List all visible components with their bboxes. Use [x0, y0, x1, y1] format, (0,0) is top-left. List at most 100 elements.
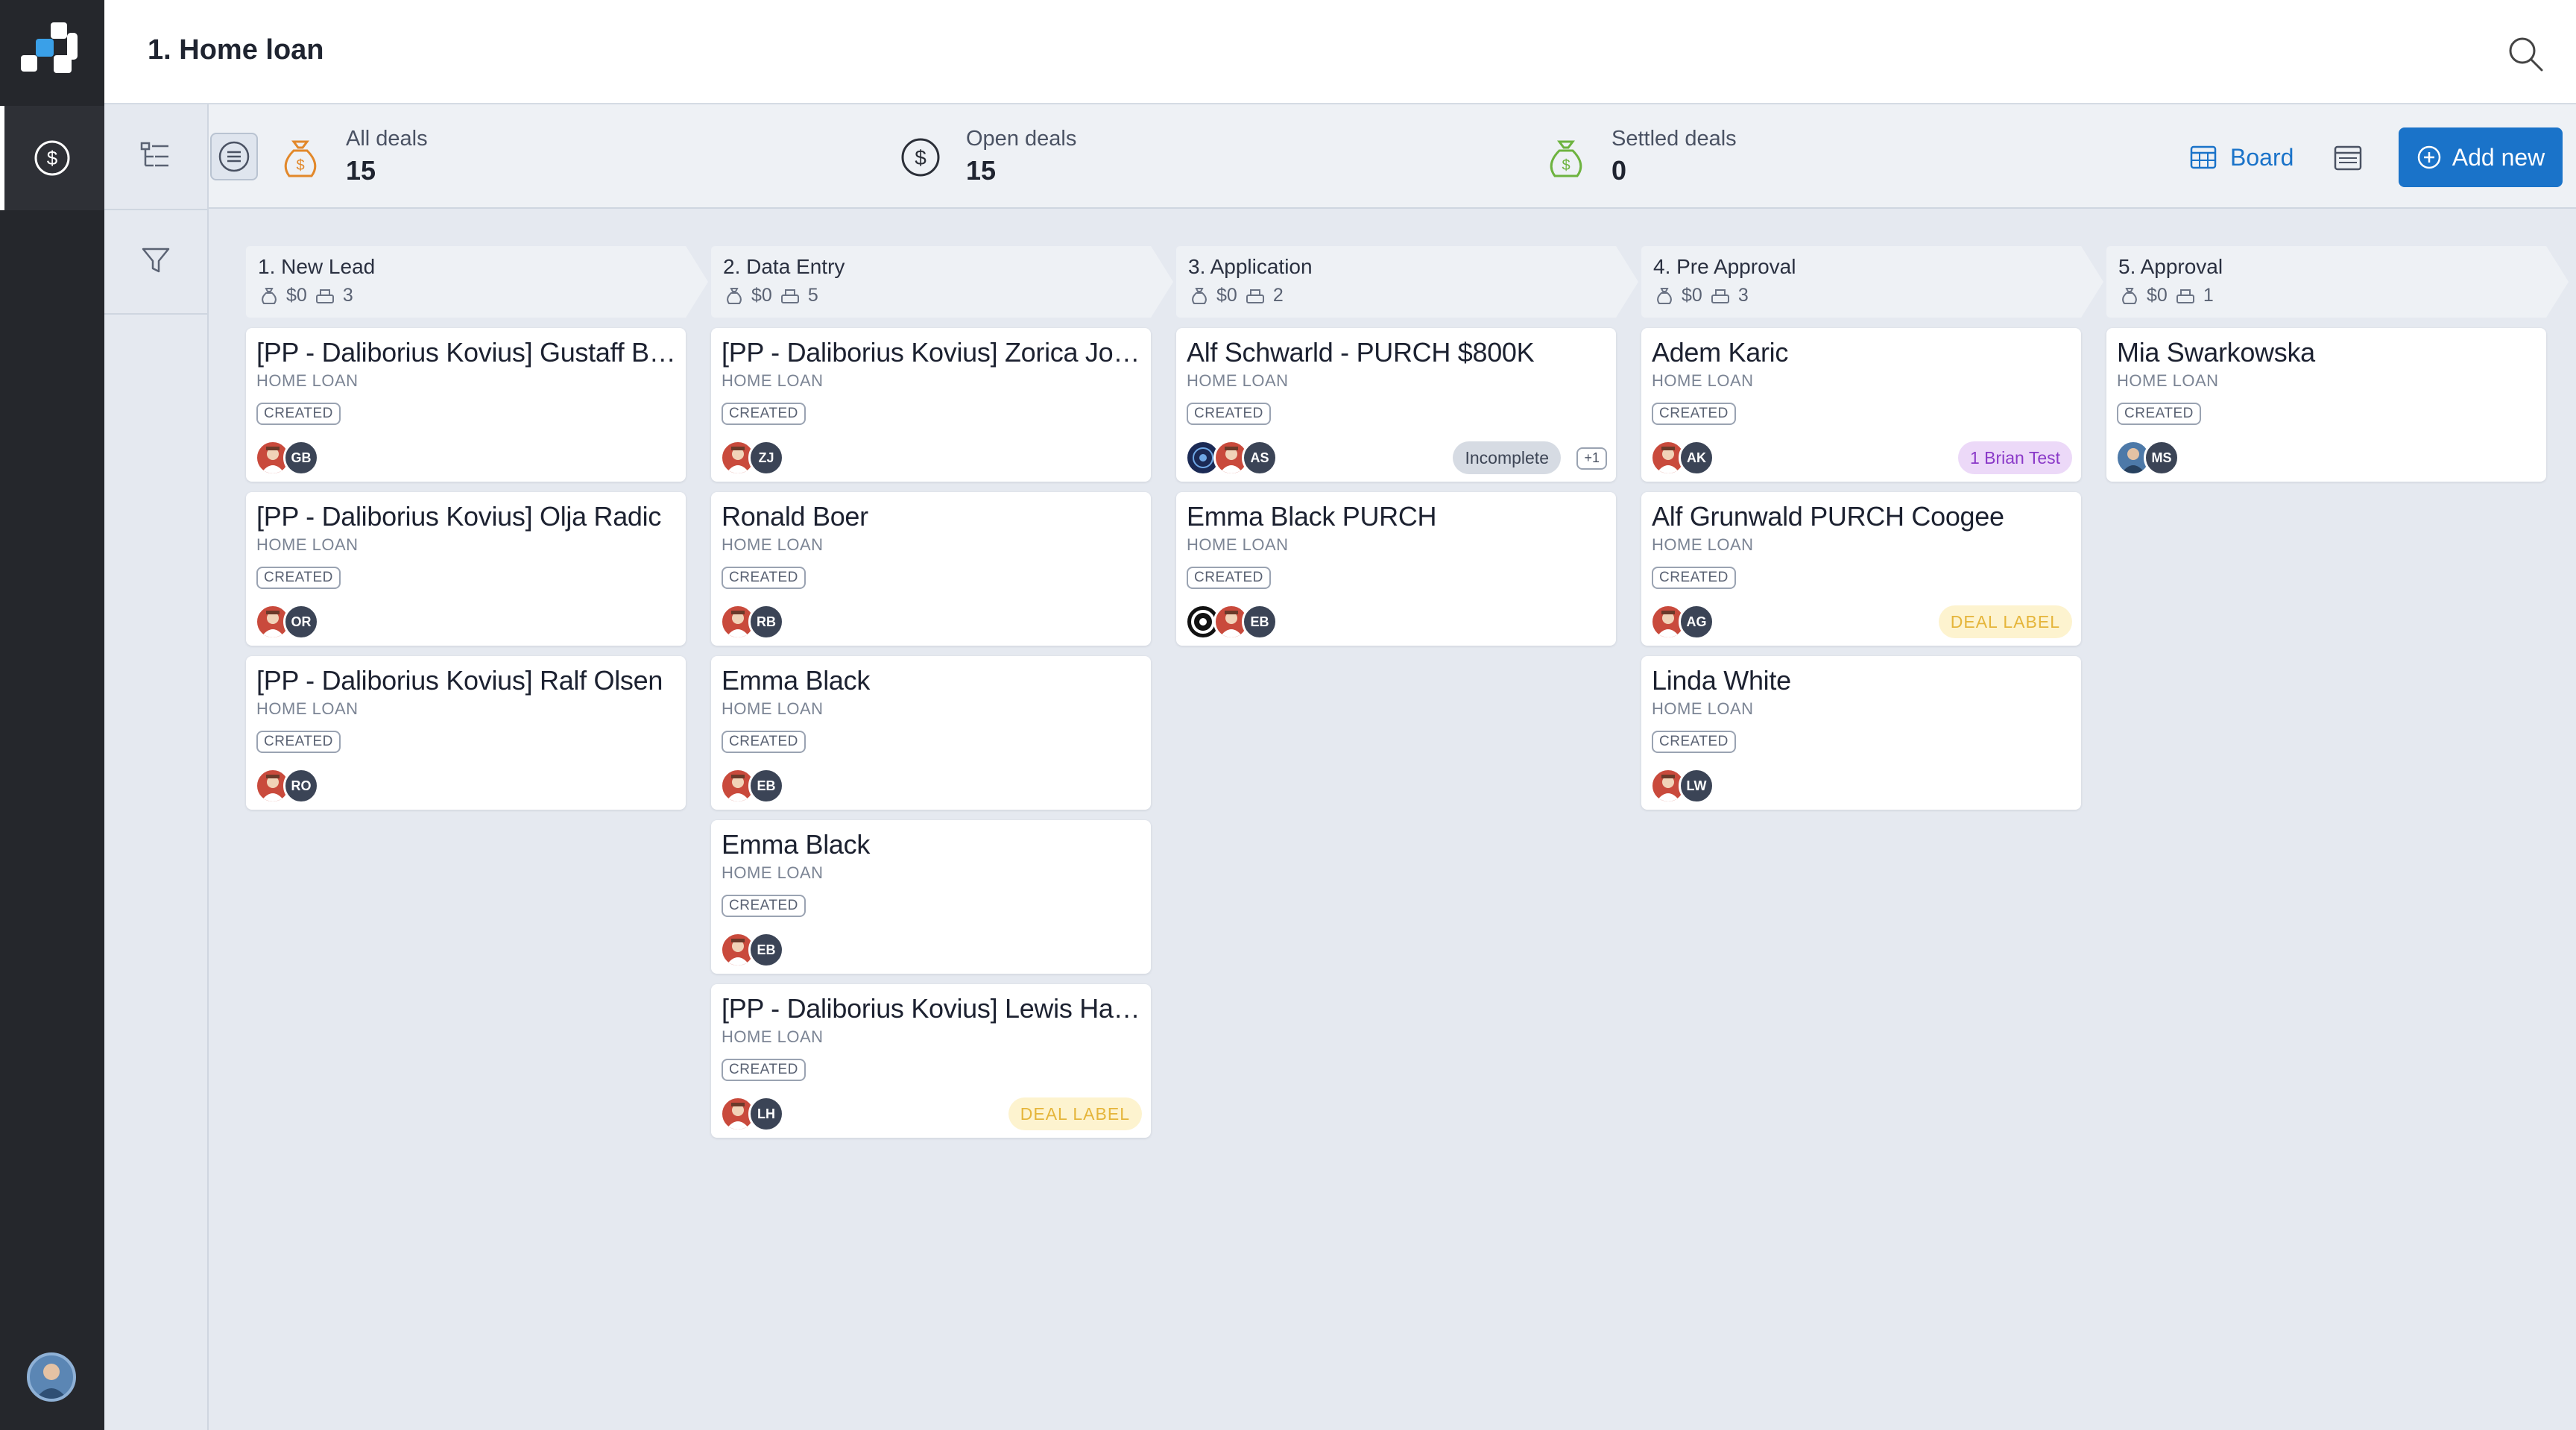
- status-badge: CREATED: [1652, 403, 1736, 425]
- deal-card[interactable]: [PP - Daliborius Kovius] Olja Radic HOME …: [246, 492, 686, 646]
- column-meta: $0 3: [1655, 285, 1749, 306]
- column-header[interactable]: 4. Pre Approval $0 3: [1641, 246, 2103, 318]
- top-bar: 1. Home loan: [104, 0, 2576, 104]
- deal-card[interactable]: Emma Black HOME LOAN CREATED EB: [711, 820, 1151, 974]
- status-badge: CREATED: [256, 731, 341, 753]
- assignee-avatars[interactable]: AS: [1185, 440, 1278, 476]
- more-labels-badge[interactable]: +1: [1576, 447, 1607, 470]
- stat-value: 0: [1611, 155, 1627, 186]
- deal-card[interactable]: [PP - Daliborius Kovius] Ralf Olsen HOME …: [246, 656, 686, 810]
- deal-card[interactable]: Emma Black PURCH HOME LOAN CREATED EB: [1176, 492, 1616, 646]
- kanban-board: 1. New Lead $0 3 [PP - Daliborius Kovius] G…: [246, 246, 2576, 1430]
- deal-type: HOME LOAN: [256, 699, 359, 718]
- page-title: 1. Home loan: [148, 34, 324, 66]
- deal-title: [PP - Daliborius Kovius] Gustaff Blo...: [256, 337, 678, 368]
- money-bag-icon: $: [284, 140, 317, 177]
- menu-toggle-button[interactable]: [210, 133, 258, 180]
- assignee-avatars[interactable]: EB: [720, 932, 784, 968]
- filter-icon[interactable]: [139, 243, 173, 277]
- deal-card[interactable]: Emma Black HOME LOAN CREATED EB: [711, 656, 1151, 810]
- status-badge: CREATED: [256, 567, 341, 589]
- assignee-avatars[interactable]: OR: [255, 604, 319, 640]
- deal-title: [PP - Daliborius Kovius] Olja Radic: [256, 501, 662, 532]
- deal-title: Emma Black: [722, 829, 871, 860]
- deal-title: Emma Black PURCH: [1187, 501, 1437, 532]
- add-new-button[interactable]: Add new: [2399, 127, 2563, 187]
- nav-item-deals[interactable]: $: [0, 106, 104, 210]
- user-avatar[interactable]: [27, 1352, 76, 1402]
- deal-title: Alf Schwarld - PURCH $800K: [1187, 337, 1535, 368]
- deal-card[interactable]: Ronald Boer HOME LOAN CREATED RB: [711, 492, 1151, 646]
- status-badge: CREATED: [722, 731, 806, 753]
- deal-label-tag[interactable]: Incomplete: [1453, 441, 1561, 474]
- status-badge: CREATED: [2117, 403, 2201, 425]
- deals-stack-icon: [1711, 289, 1729, 303]
- deal-type: HOME LOAN: [722, 699, 824, 718]
- deal-card[interactable]: [PP - Daliborius Kovius] Gustaff Blo... H…: [246, 328, 686, 482]
- deal-card[interactable]: Mia Swarkowska HOME LOAN CREATED MS: [2106, 328, 2546, 482]
- deal-title: Adem Karic: [1652, 337, 1789, 368]
- column-header[interactable]: 3. Application $0 2: [1176, 246, 1638, 318]
- status-badge: CREATED: [256, 403, 341, 425]
- deal-card[interactable]: Alf Grunwald PURCH Coogee HOME LOAN CREATE…: [1641, 492, 2081, 646]
- divider: [104, 209, 209, 210]
- assignee-avatars[interactable]: GB: [255, 440, 319, 476]
- status-badge: CREATED: [1187, 403, 1271, 425]
- assignee-avatars[interactable]: LH: [720, 1096, 784, 1132]
- money-bag-icon: [262, 287, 277, 304]
- deal-label-tag[interactable]: DEAL LABEL: [1008, 1097, 1142, 1130]
- deal-card[interactable]: Linda White HOME LOAN CREATED LW: [1641, 656, 2081, 810]
- deal-type: HOME LOAN: [1187, 535, 1289, 554]
- board-view-button[interactable]: Board: [2188, 139, 2294, 176]
- status-badge: CREATED: [722, 567, 806, 589]
- money-bag-icon: [2122, 287, 2137, 304]
- avatar-initials: AG: [1679, 604, 1714, 640]
- deal-card[interactable]: [PP - Daliborius Kovius] Zorica Jones HOM…: [711, 328, 1151, 482]
- status-badge: CREATED: [722, 895, 806, 917]
- svg-text:$: $: [47, 147, 58, 169]
- avatar-initials: EB: [748, 768, 784, 804]
- assignee-avatars[interactable]: EB: [1185, 604, 1278, 640]
- table-view-icon[interactable]: [2332, 142, 2364, 174]
- tree-list-icon[interactable]: [137, 137, 174, 174]
- assignee-avatars[interactable]: LW: [1650, 768, 1714, 804]
- avatar-initials: LW: [1679, 768, 1714, 804]
- stat-value: 15: [346, 155, 376, 186]
- assignee-avatars[interactable]: MS: [2115, 440, 2179, 476]
- stat-label: Open deals: [966, 127, 1077, 151]
- stat-value: 15: [966, 155, 997, 186]
- tool-column: [104, 104, 209, 1430]
- money-bag-icon: [727, 287, 742, 304]
- deal-type: HOME LOAN: [1652, 699, 1754, 718]
- assignee-avatars[interactable]: AG: [1650, 604, 1714, 640]
- deal-title: Alf Grunwald PURCH Coogee: [1652, 501, 2004, 532]
- column-header[interactable]: 5. Approval $0 1: [2106, 246, 2569, 318]
- column-count: 5: [807, 285, 818, 306]
- app-logo-icon[interactable]: [21, 22, 83, 85]
- deal-card[interactable]: Adem Karic HOME LOAN CREATED AK 1 Brian Test: [1641, 328, 2081, 482]
- column-header[interactable]: 1. New Lead $0 3: [246, 246, 708, 318]
- status-badge: CREATED: [1652, 731, 1736, 753]
- deal-type: HOME LOAN: [1652, 535, 1754, 554]
- avatar-initials: LH: [748, 1096, 784, 1132]
- column-amount: $0: [1682, 285, 1702, 306]
- assignee-avatars[interactable]: RB: [720, 604, 784, 640]
- deal-title: [PP - Daliborius Kovius] Ralf Olsen: [256, 665, 663, 696]
- deal-title: [PP - Daliborius Kovius] Zorica Jones: [722, 337, 1143, 368]
- column-count: 1: [2203, 285, 2214, 306]
- assignee-avatars[interactable]: EB: [720, 768, 784, 804]
- pipeline-column: 4. Pre Approval $0 3 Adem Karic HOME LOAN CRE…: [1641, 246, 2103, 810]
- deal-label-tag[interactable]: DEAL LABEL: [1938, 605, 2072, 638]
- deal-card[interactable]: [PP - Daliborius Kovius] Lewis Hami... HO…: [711, 984, 1151, 1138]
- assignee-avatars[interactable]: RO: [255, 768, 319, 804]
- column-header[interactable]: 2. Data Entry $0 5: [711, 246, 1173, 318]
- deal-label-tag[interactable]: 1 Brian Test: [1957, 441, 2072, 474]
- deals-stack-icon: [2176, 289, 2194, 303]
- assignee-avatars[interactable]: ZJ: [720, 440, 784, 476]
- deal-type: HOME LOAN: [1187, 371, 1289, 390]
- search-icon[interactable]: [2504, 33, 2546, 75]
- assignee-avatars[interactable]: AK: [1650, 440, 1714, 476]
- pipeline-column: 3. Application $0 2 Alf Schwarld - PURCH $8…: [1176, 246, 1638, 646]
- column-count: 3: [342, 285, 353, 306]
- deal-card[interactable]: Alf Schwarld - PURCH $800K HOME LOAN CREAT…: [1176, 328, 1616, 482]
